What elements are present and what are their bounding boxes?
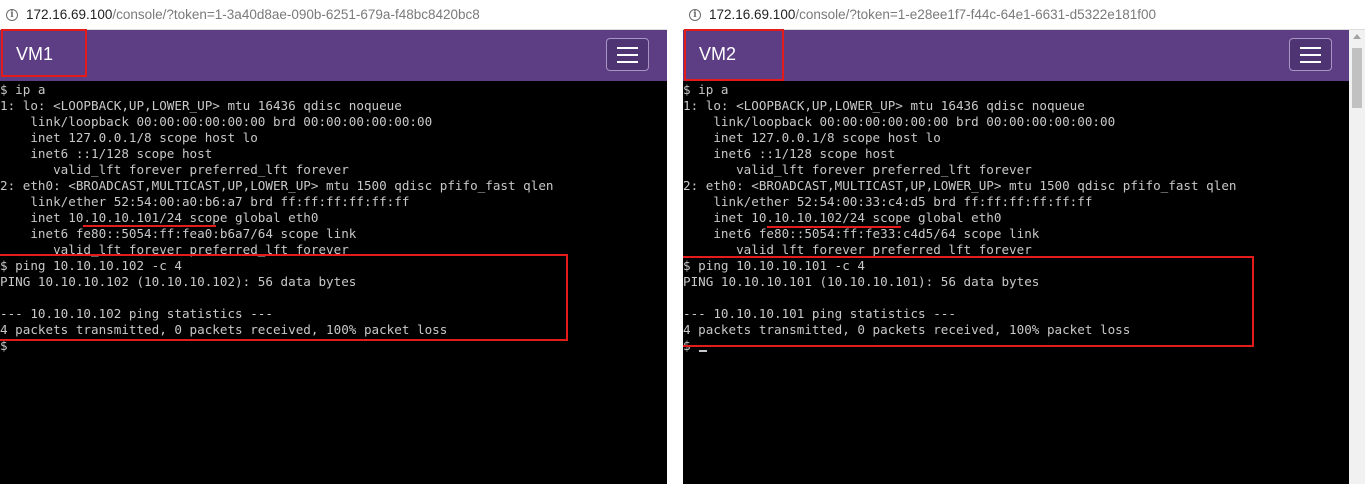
- vm1-url[interactable]: 172.16.69.100/console/?token=1-3a40d8ae-…: [26, 7, 480, 22]
- vm2-url-path: /console/?token=1-e28ee1f7-f44c-64e1-663…: [795, 7, 1157, 22]
- terminal-line: link/ether 52:54:00:33:c4:d5 brd ff:ff:f…: [683, 194, 1093, 209]
- info-icon[interactable]: i: [6, 9, 18, 21]
- terminal-line: $ ip a: [0, 82, 46, 97]
- terminal-line: 2: eth0: <BROADCAST,MULTICAST,UP,LOWER_U…: [0, 178, 554, 193]
- terminal-line: inet6 fe80::5054:ff:fe33:c4d5/64 scope l…: [683, 226, 1040, 241]
- scroll-up-arrow-icon[interactable]: [1353, 34, 1361, 39]
- terminal-line: inet 10.10.10.101/24 scope global eth0: [0, 210, 319, 225]
- terminal-line: valid_lft forever preferred_lft forever: [683, 162, 1032, 177]
- terminal-line: $ ping 10.10.10.102 -c 4: [0, 258, 182, 273]
- vm1-terminal-output: $ ip a 1: lo: <LOOPBACK,UP,LOWER_UP> mtu …: [0, 82, 554, 354]
- vm1-url-path: /console/?token=1-3a40d8ae-090b-6251-679…: [112, 7, 480, 22]
- vm2-scrollbar-thumb[interactable]: [1352, 48, 1362, 108]
- terminal-line: 2: eth0: <BROADCAST,MULTICAST,UP,LOWER_U…: [683, 178, 1237, 193]
- hamburger-menu-icon[interactable]: [606, 38, 649, 71]
- pane-divider: [667, 0, 683, 484]
- terminal-line: valid_lft forever preferred_lft forever: [0, 162, 349, 177]
- terminal-line: inet 127.0.0.1/8 scope host lo: [683, 130, 941, 145]
- terminal-line: $ ping 10.10.10.101 -c 4: [683, 258, 865, 273]
- terminal-line: 4 packets transmitted, 0 packets receive…: [683, 322, 1131, 337]
- vm2-console-window: i 172.16.69.100/console/?token=1-e28ee1f…: [683, 0, 1365, 484]
- vm2-title: VM2: [699, 44, 737, 64]
- vm2-scrollbar[interactable]: [1349, 30, 1365, 484]
- terminal-line: link/loopback 00:00:00:00:00:00 brd 00:0…: [0, 114, 433, 129]
- terminal-line: valid_lft forever preferred_lft forever: [0, 242, 349, 257]
- terminal-line: $ ip a: [683, 82, 729, 97]
- terminal-cursor: [699, 350, 708, 352]
- terminal-line: $: [0, 338, 8, 353]
- vm1-address-bar[interactable]: i 172.16.69.100/console/?token=1-3a40d8a…: [0, 0, 667, 30]
- vm1-navbar: VM1: [0, 30, 667, 81]
- terminal-line: inet6 ::1/128 scope host: [0, 146, 213, 161]
- vm2-address-bar[interactable]: i 172.16.69.100/console/?token=1-e28ee1f…: [683, 0, 1365, 30]
- vm1-url-host: 172.16.69.100: [26, 7, 113, 22]
- terminal-line: $: [683, 338, 1237, 354]
- vm2-url-host: 172.16.69.100: [709, 7, 796, 22]
- terminal-line: link/loopback 00:00:00:00:00:00 brd 00:0…: [683, 114, 1116, 129]
- terminal-line: link/ether 52:54:00:a0:b6:a7 brd ff:ff:f…: [0, 194, 410, 209]
- terminal-line: 1: lo: <LOOPBACK,UP,LOWER_UP> mtu 16436 …: [0, 98, 402, 113]
- vm2-terminal[interactable]: $ ip a 1: lo: <LOOPBACK,UP,LOWER_UP> mtu …: [683, 81, 1349, 484]
- terminal-line: inet6 fe80::5054:ff:fea0:b6a7/64 scope l…: [0, 226, 357, 241]
- terminal-line: valid_lft forever preferred_lft forever: [683, 242, 1032, 257]
- vm1-console-window: i 172.16.69.100/console/?token=1-3a40d8a…: [0, 0, 667, 484]
- vm2-terminal-output: $ ip a 1: lo: <LOOPBACK,UP,LOWER_UP> mtu …: [683, 82, 1237, 354]
- terminal-line: 1: lo: <LOOPBACK,UP,LOWER_UP> mtu 16436 …: [683, 98, 1085, 113]
- terminal-line: inet 10.10.10.102/24 scope global eth0: [683, 210, 1002, 225]
- info-icon[interactable]: i: [689, 9, 701, 21]
- hamburger-menu-icon[interactable]: [1289, 38, 1332, 71]
- terminal-line: --- 10.10.10.102 ping statistics ---: [0, 306, 273, 321]
- vm2-url[interactable]: 172.16.69.100/console/?token=1-e28ee1f7-…: [709, 7, 1156, 22]
- terminal-line: inet6 ::1/128 scope host: [683, 146, 896, 161]
- terminal-line: inet 127.0.0.1/8 scope host lo: [0, 130, 258, 145]
- terminal-line: PING 10.10.10.102 (10.10.10.102): 56 dat…: [0, 274, 357, 289]
- terminal-line: --- 10.10.10.101 ping statistics ---: [683, 306, 956, 321]
- vm1-terminal[interactable]: $ ip a 1: lo: <LOOPBACK,UP,LOWER_UP> mtu …: [0, 81, 667, 484]
- vm1-title: VM1: [16, 44, 54, 64]
- vm2-navbar: VM2: [683, 30, 1349, 81]
- terminal-line: PING 10.10.10.101 (10.10.10.101): 56 dat…: [683, 274, 1040, 289]
- terminal-line: 4 packets transmitted, 0 packets receive…: [0, 322, 448, 337]
